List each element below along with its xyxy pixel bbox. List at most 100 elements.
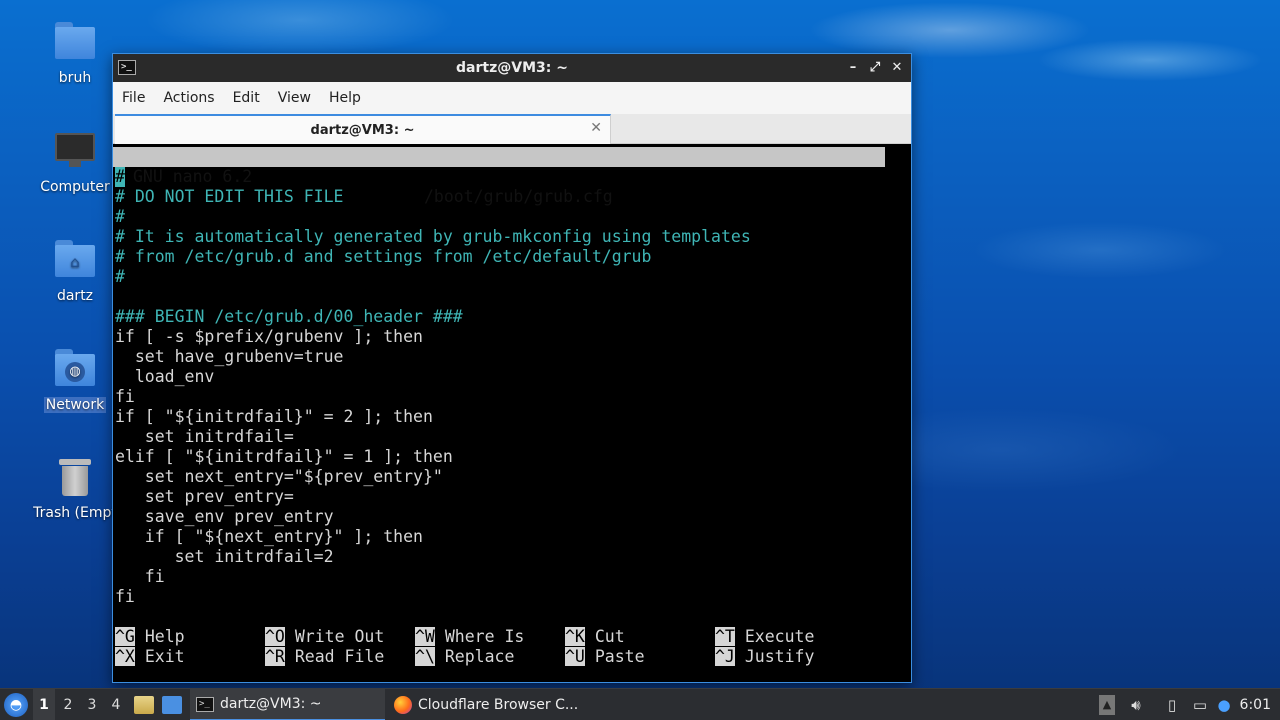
- shortcut-label: Read File: [294, 647, 385, 666]
- file-manager-icon[interactable]: [134, 696, 154, 714]
- editor-line: # from /etc/grub.d and settings from /et…: [115, 247, 652, 266]
- menu-help[interactable]: Help: [329, 90, 373, 106]
- editor-line: ### BEGIN /etc/grub.d/00_header ###: [115, 307, 463, 326]
- shortcut-label: Replace: [444, 647, 515, 666]
- tab-close-icon[interactable]: ✕: [590, 120, 602, 136]
- shortcut-key: ^U: [565, 647, 585, 666]
- desktop-icon-label: dartz: [56, 288, 94, 304]
- editor-line: set next_entry="${prev_entry}": [115, 467, 443, 486]
- shortcut-key: ^R: [265, 647, 285, 666]
- editor-line: set initrdfail=2: [115, 547, 334, 566]
- update-notifier-icon[interactable]: ●: [1215, 695, 1233, 715]
- menu-edit[interactable]: Edit: [233, 90, 272, 106]
- workspace-1[interactable]: 1: [33, 689, 55, 720]
- network-tray-icon[interactable]: ▭: [1190, 695, 1210, 715]
- editor-line: #: [115, 267, 125, 286]
- workspace-4[interactable]: 4: [105, 689, 127, 720]
- shortcut-key: ^T: [715, 627, 735, 646]
- editor-line: if [ "${initrdfail}" = 2 ]; then: [115, 407, 433, 426]
- nano-version: GNU nano 6.2: [133, 167, 253, 186]
- shortcut-key: ^G: [115, 627, 135, 646]
- editor-line: set have_grubenv=true: [115, 347, 344, 366]
- editor-line: elif [ "${initrdfail}" = 1 ]; then: [115, 447, 453, 466]
- terminal-icon: >_: [118, 60, 136, 75]
- nano-shortcut[interactable]: ^U Paste: [565, 647, 645, 667]
- nano-shortcut[interactable]: ^X Exit: [115, 647, 185, 667]
- workspace-2[interactable]: 2: [57, 689, 79, 720]
- close-button[interactable]: ✕: [889, 58, 905, 78]
- desktop-icon-home[interactable]: ⌂ dartz: [25, 238, 125, 304]
- desktop-icon-label: Trash (Empt: [33, 505, 117, 521]
- shortcut-label: Write Out: [294, 627, 385, 646]
- nano-shortcut[interactable]: ^T Execute: [715, 627, 814, 647]
- desktop-icon-computer[interactable]: Computer: [25, 129, 125, 195]
- computer-icon: [53, 129, 97, 171]
- home-folder-icon: ⌂: [53, 238, 97, 280]
- shortcut-key: ^X: [115, 647, 135, 666]
- editor-line: #: [115, 167, 125, 187]
- nano-filename: /boot/grub/grub.cfg: [424, 187, 613, 206]
- firefox-icon: [394, 696, 412, 714]
- nano-shortcut[interactable]: ^W Where Is: [415, 627, 524, 647]
- editor-line: set prev_entry=: [115, 487, 294, 506]
- task-label: dartz@VM3: ~: [220, 696, 322, 712]
- clock[interactable]: 6:01: [1240, 689, 1271, 720]
- desktop-icon-trash[interactable]: Trash (Empt: [25, 455, 125, 521]
- workspace-3[interactable]: 3: [81, 689, 103, 720]
- shortcut-key: ^J: [715, 647, 735, 666]
- shortcut-label: Justify: [744, 647, 815, 666]
- start-menu-button[interactable]: ◓: [4, 693, 28, 717]
- maximize-button[interactable]: ⤢: [867, 58, 883, 78]
- nano-shortcut[interactable]: ^R Read File: [265, 647, 384, 667]
- editor-line: #: [115, 207, 125, 226]
- menu-file[interactable]: File: [122, 90, 157, 106]
- nano-header: GNU nano 6.2 /boot/grub/grub.cfg: [113, 147, 885, 206]
- terminal-icon: >_: [196, 696, 214, 712]
- editor-line: # DO NOT EDIT THIS FILE: [115, 187, 344, 206]
- editor-line: if [ "${next_entry}" ]; then: [115, 527, 423, 546]
- menu-actions[interactable]: Actions: [163, 90, 226, 106]
- shortcut-label: Help: [144, 627, 185, 646]
- desktop-icon-bruh[interactable]: bruh: [25, 20, 125, 86]
- shortcut-key: ^O: [265, 627, 285, 646]
- desktop-icon-label: Computer: [40, 179, 110, 195]
- shortcut-key: ^W: [415, 627, 435, 646]
- show-desktop-icon[interactable]: [162, 696, 182, 714]
- nano-shortcut[interactable]: ^\ Replace: [415, 647, 514, 667]
- editor-line: fi: [115, 567, 165, 586]
- nano-shortcut[interactable]: ^O Write Out: [265, 627, 384, 647]
- terminal-view[interactable]: GNU nano 6.2 /boot/grub/grub.cfg # # DO N…: [113, 144, 911, 682]
- taskbar: ◓ 1 2 3 4 >_ dartz@VM3: ~ Cloudflare Bro…: [0, 688, 1280, 720]
- network-icon: ◍: [53, 347, 97, 389]
- shortcut-label: Cut: [594, 627, 625, 646]
- editor-line: load_env: [115, 367, 215, 386]
- desktop-icon-label: bruh: [58, 70, 92, 86]
- trash-icon: [53, 455, 97, 497]
- shortcut-key: ^\: [415, 647, 435, 666]
- nano-shortcut[interactable]: ^J Justify: [715, 647, 814, 667]
- minimize-button[interactable]: –: [845, 58, 861, 78]
- shortcut-label: Execute: [744, 627, 815, 646]
- clipboard-icon[interactable]: ▯: [1163, 695, 1181, 715]
- editor-line: if [ -s $prefix/grubenv ]; then: [115, 327, 423, 346]
- nano-shortcut[interactable]: ^K Cut: [565, 627, 625, 647]
- tab-label: dartz@VM3: ~: [310, 122, 415, 138]
- editor-line: save_env prev_entry: [115, 507, 334, 526]
- shortcut-label: Where Is: [444, 627, 525, 646]
- desktop-icon-network[interactable]: ◍ Network: [25, 347, 125, 413]
- tabbar: dartz@VM3: ~ ✕: [113, 114, 911, 144]
- task-browser[interactable]: Cloudflare Browser C...: [388, 689, 588, 720]
- tray-up-arrow-icon[interactable]: ▲: [1099, 695, 1115, 715]
- terminal-tab[interactable]: dartz@VM3: ~ ✕: [115, 114, 611, 144]
- editor-line: # It is automatically generated by grub-…: [115, 227, 751, 246]
- menu-view[interactable]: View: [278, 90, 323, 106]
- shortcut-label: Exit: [144, 647, 185, 666]
- volume-icon[interactable]: 🔊︎: [1126, 695, 1146, 715]
- task-label: Cloudflare Browser C...: [418, 697, 579, 713]
- task-terminal[interactable]: >_ dartz@VM3: ~: [190, 689, 385, 720]
- window-title: dartz@VM3: ~: [456, 60, 568, 76]
- nano-shortcut[interactable]: ^G Help: [115, 627, 185, 647]
- window-titlebar[interactable]: >_ dartz@VM3: ~ – ⤢ ✕: [113, 54, 911, 82]
- shortcut-key: ^K: [565, 627, 585, 646]
- menubar: File Actions Edit View Help: [113, 82, 911, 114]
